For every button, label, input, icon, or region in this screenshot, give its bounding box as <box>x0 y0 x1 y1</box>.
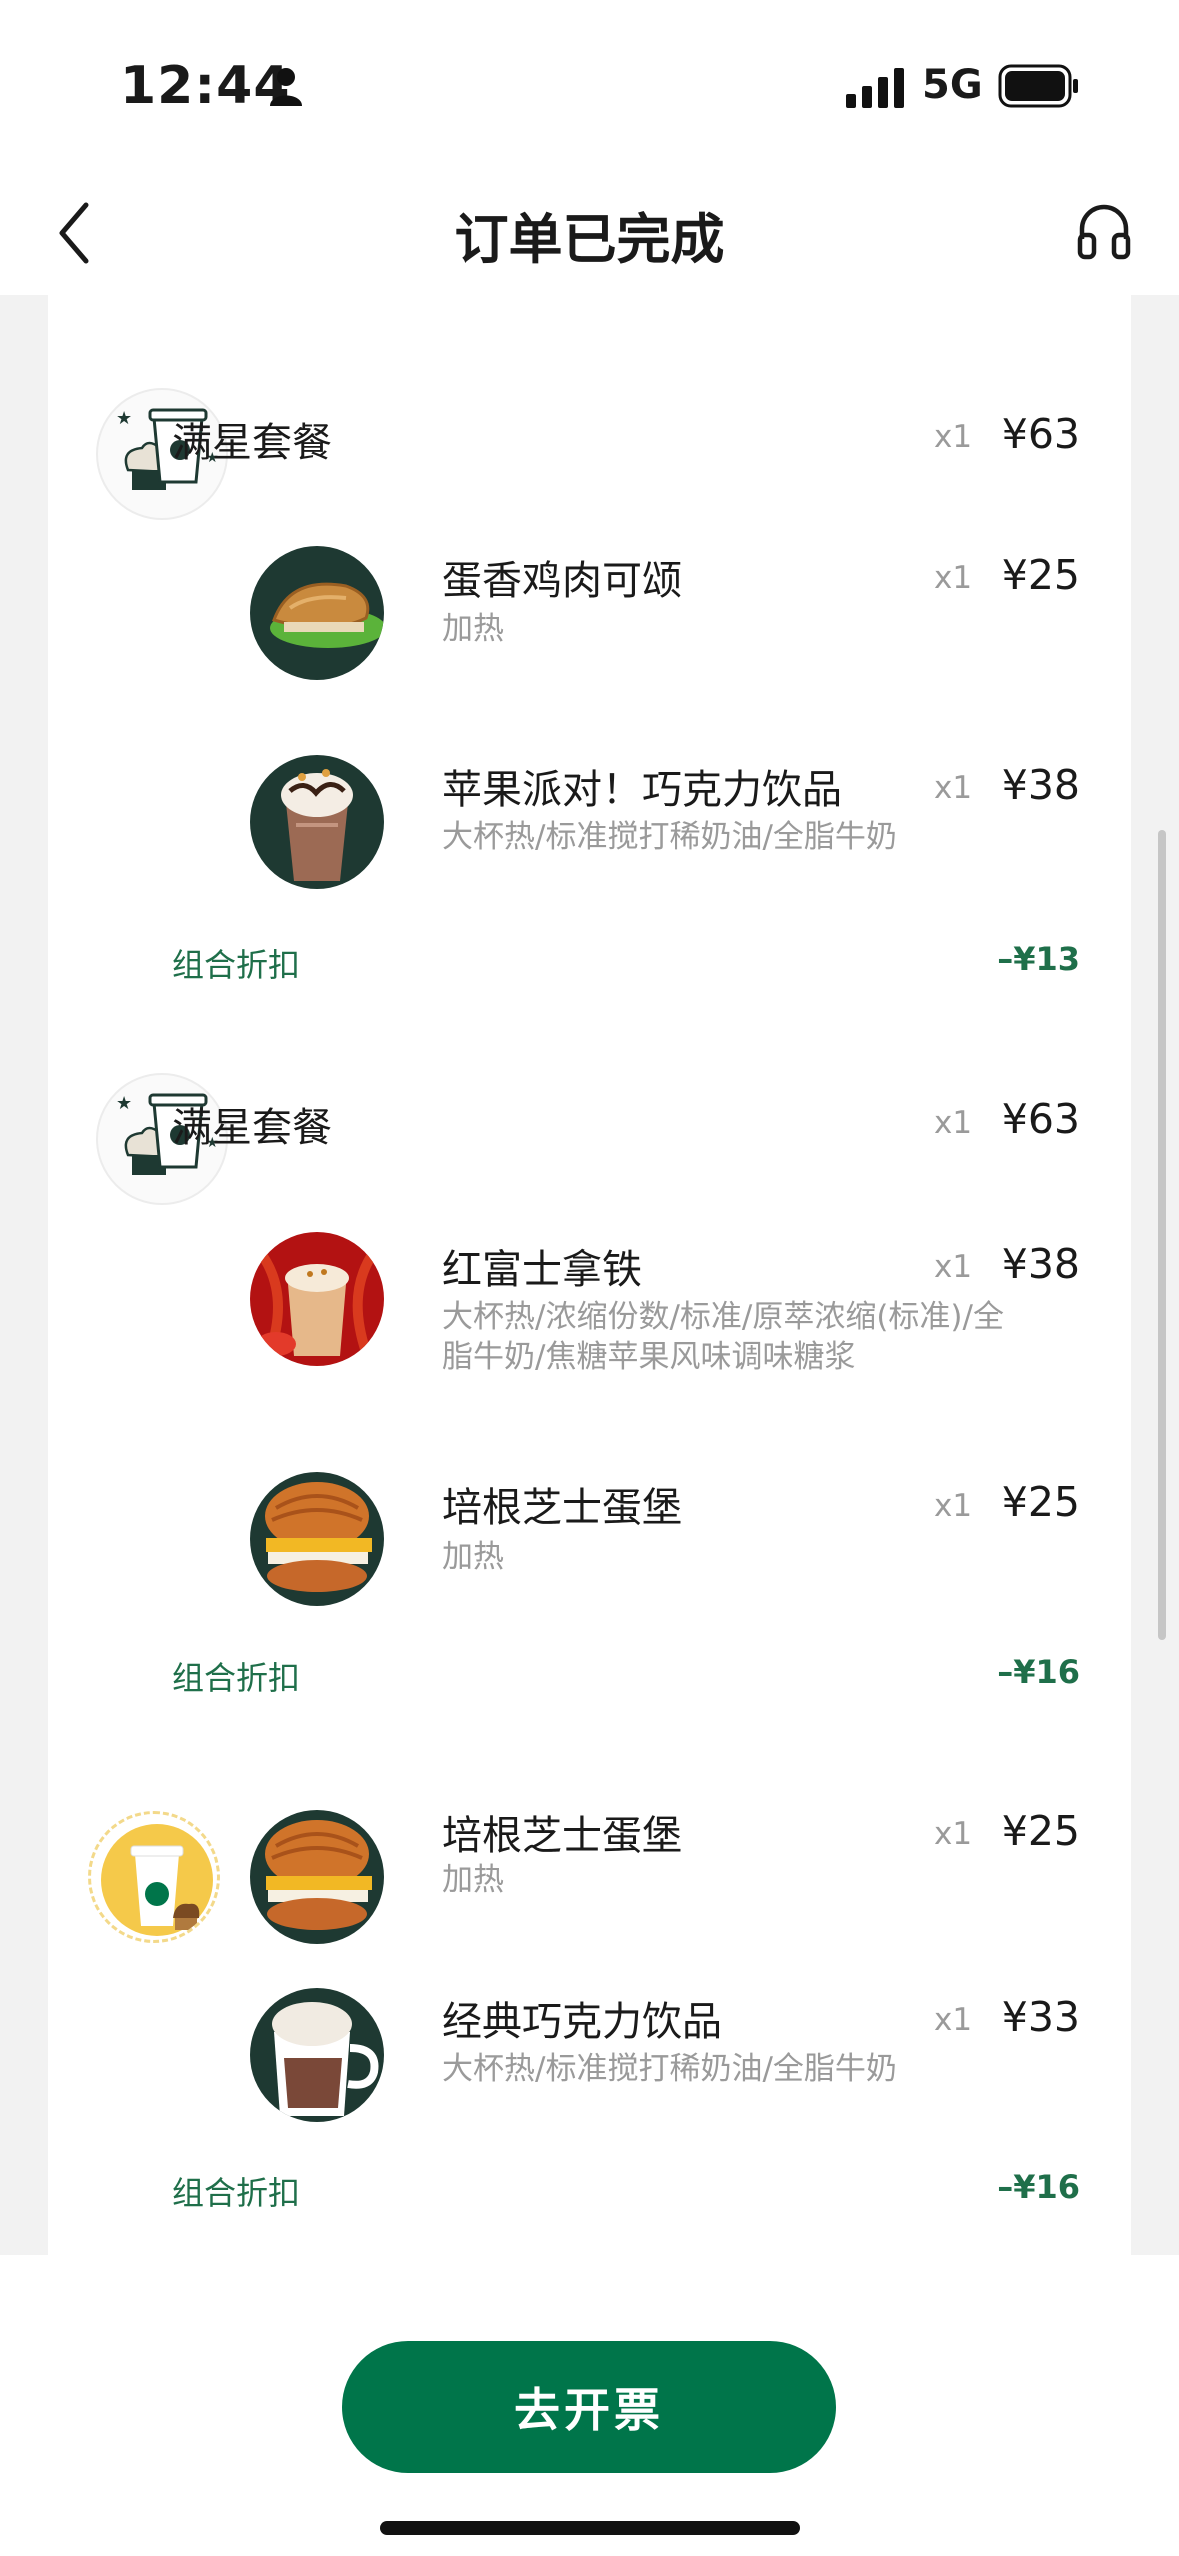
bacon-cheese-egg-burger-image <box>250 1472 384 1606</box>
combo-qty: x1 <box>934 419 973 455</box>
network-type: 5G <box>922 62 983 108</box>
order-items-card: ★ ★ 满星套餐 x1 ¥63 蛋香鸡肉可颂 x1 ¥25 加热 苹果派对！巧克… <box>48 295 1131 2255</box>
person-icon <box>270 68 302 106</box>
item-options: 加热 <box>442 611 504 647</box>
home-indicator[interactable] <box>380 2521 800 2535</box>
nav-bar: 订单已完成 <box>0 175 1179 295</box>
item-qty: x1 <box>934 560 973 596</box>
item-options: 加热 <box>442 1539 504 1575</box>
item-name: 蛋香鸡肉可颂 <box>442 558 682 604</box>
item-qty: x1 <box>934 1816 973 1852</box>
combo-discount-value: –¥16 <box>997 2168 1080 2206</box>
item-options: 加热 <box>442 1862 504 1898</box>
item-qty: x1 <box>934 1488 973 1524</box>
item-name: 苹果派对！巧克力饮品 <box>442 767 842 813</box>
item-name: 经典巧克力饮品 <box>442 1999 722 2045</box>
item-name: 培根芝士蛋堡 <box>442 1485 682 1531</box>
combo-discount-label: 组合折扣 <box>172 2174 301 2212</box>
item-options: 大杯热/标准搅打稀奶油/全脂牛奶 <box>442 2051 897 2087</box>
item-name: 培根芝士蛋堡 <box>442 1813 682 1859</box>
coffee-muffin-combo-icon <box>88 1811 220 1943</box>
classic-chocolate-drink-image <box>250 1988 384 2122</box>
item-qty: x1 <box>934 1249 973 1285</box>
item-qty: x1 <box>934 770 973 806</box>
item-price: ¥25 <box>1001 1478 1080 1526</box>
combo-discount-label: 组合折扣 <box>172 1659 301 1697</box>
scrollbar[interactable] <box>1158 830 1166 1640</box>
bottom-action-bar: 去开票 <box>0 2255 1179 2556</box>
item-price: ¥25 <box>1001 1807 1080 1855</box>
combo-qty: x1 <box>934 1105 973 1141</box>
item-price: ¥33 <box>1001 1993 1080 2041</box>
item-name: 红富士拿铁 <box>442 1247 642 1293</box>
item-options: 大杯热/标准搅打稀奶油/全脂牛奶 <box>442 819 897 855</box>
status-time: 12:44 <box>120 56 291 116</box>
combo-price: ¥63 <box>1001 1095 1080 1143</box>
combo-name: 满星套餐 <box>172 420 332 466</box>
item-options-line1: 大杯热/浓缩份数/标准/原萃浓缩(标准)/全 <box>442 1299 1004 1335</box>
combo-name: 满星套餐 <box>172 1105 332 1151</box>
combo-discount-value: –¥13 <box>997 940 1080 978</box>
svg-text:★: ★ <box>116 1093 132 1114</box>
battery-icon <box>998 64 1078 108</box>
item-price: ¥38 <box>1001 761 1080 809</box>
item-price: ¥38 <box>1001 1240 1080 1288</box>
cellular-signal-icon <box>846 68 904 108</box>
svg-text:★: ★ <box>116 408 132 429</box>
combo-discount-value: –¥16 <box>997 1653 1080 1691</box>
combo-discount-label: 组合折扣 <box>172 946 301 984</box>
fuji-apple-latte-image <box>250 1232 384 1366</box>
bacon-cheese-egg-burger-image <box>250 1810 384 1944</box>
item-price: ¥25 <box>1001 551 1080 599</box>
item-options-line2: 脂牛奶/焦糖苹果风味调味糖浆 <box>442 1339 856 1375</box>
page-title: 订单已完成 <box>454 208 725 271</box>
status-bar: 12:44 5G <box>0 0 1179 175</box>
apple-chocolate-drink-image <box>250 755 384 889</box>
combo-price: ¥63 <box>1001 410 1080 458</box>
issue-invoice-button[interactable]: 去开票 <box>342 2341 836 2473</box>
item-qty: x1 <box>934 2002 973 2038</box>
croissant-chicken-image <box>250 546 384 680</box>
headset-icon[interactable] <box>1076 201 1132 261</box>
